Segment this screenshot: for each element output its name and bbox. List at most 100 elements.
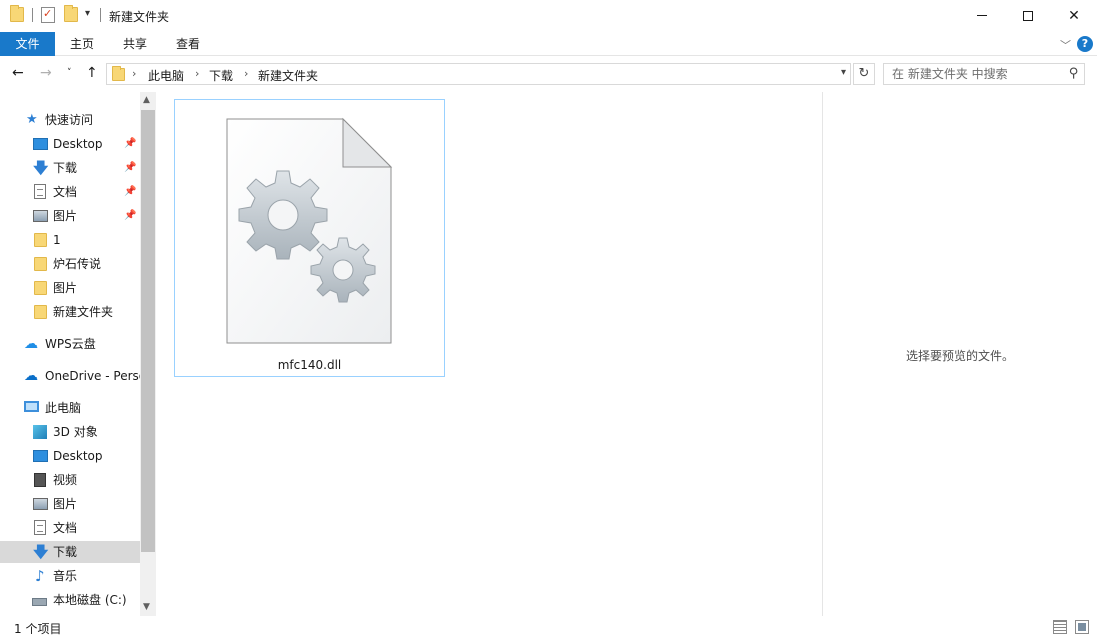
navigation-pane: ★ 快速访问 Desktop 📌 🡇 下载 📌 文档 📌 图片 📌 1 炉石传说… bbox=[0, 92, 156, 616]
address-bar[interactable]: › 此电脑 › 下载 › 新建文件夹 ▾ bbox=[106, 63, 851, 85]
navigation-bar: ← → ˅ ↑ › 此电脑 › 下载 › 新建文件夹 ▾ ↻ ⚲ bbox=[0, 57, 1097, 91]
address-dropdown-icon[interactable]: ▾ bbox=[841, 67, 846, 78]
new-folder-icon[interactable] bbox=[64, 5, 78, 22]
nav-music[interactable]: ♪ 音乐 bbox=[0, 565, 140, 587]
pin-icon[interactable]: 📌 bbox=[124, 133, 136, 155]
breadcrumb-separator-icon[interactable]: › bbox=[244, 67, 248, 80]
file-item[interactable]: mfc140.dll bbox=[174, 99, 445, 377]
preview-message: 选择要预览的文件。 bbox=[905, 349, 1014, 363]
nav-3d-objects[interactable]: 3D 对象 bbox=[0, 421, 140, 443]
help-icon[interactable]: ? bbox=[1077, 36, 1093, 52]
folder-icon bbox=[34, 257, 47, 271]
nav-quick-pictures[interactable]: 图片 📌 bbox=[0, 205, 140, 227]
nav-local-disk-c[interactable]: 本地磁盘 (C:) bbox=[0, 589, 140, 611]
folder-icon bbox=[34, 305, 47, 319]
forward-button[interactable]: → bbox=[40, 65, 52, 81]
breadcrumb-this-pc[interactable]: 此电脑 bbox=[148, 67, 184, 84]
breadcrumb-separator-icon[interactable]: › bbox=[132, 67, 136, 80]
scroll-up-icon[interactable]: ▲ bbox=[143, 95, 150, 105]
nav-quick-documents[interactable]: 文档 📌 bbox=[0, 181, 140, 203]
nav-folder-pictures[interactable]: 图片 bbox=[0, 277, 140, 299]
nav-item-label: 文档 bbox=[53, 185, 78, 199]
pin-icon[interactable]: 📌 bbox=[124, 181, 136, 203]
details-view-icon[interactable] bbox=[1053, 620, 1067, 634]
drive-icon bbox=[32, 598, 47, 606]
search-input[interactable] bbox=[884, 64, 1054, 84]
maximize-button[interactable] bbox=[1005, 0, 1051, 31]
pin-icon[interactable]: 📌 bbox=[124, 205, 136, 227]
onedrive-icon: ☁ bbox=[24, 368, 38, 384]
maximize-icon bbox=[1023, 10, 1033, 21]
toolbar-separator bbox=[32, 8, 33, 22]
nav-quick-downloads[interactable]: 🡇 下载 📌 bbox=[0, 157, 140, 179]
search-box[interactable]: ⚲ bbox=[883, 63, 1085, 85]
close-icon: ✕ bbox=[1068, 7, 1080, 24]
nav-item-label: 下载 bbox=[53, 545, 78, 559]
nav-videos[interactable]: 视频 bbox=[0, 469, 140, 491]
recent-locations-icon[interactable]: ˅ bbox=[67, 68, 72, 78]
pictures-icon bbox=[33, 210, 48, 222]
nav-item-label: 炉石传说 bbox=[53, 257, 102, 271]
nav-scrollbar[interactable]: ▲ ▼ bbox=[140, 92, 156, 616]
refresh-button[interactable]: ↻ bbox=[853, 63, 875, 85]
nav-quick-desktop[interactable]: Desktop 📌 bbox=[0, 133, 140, 155]
nav-item-label: 视频 bbox=[53, 473, 78, 487]
pin-icon[interactable]: 📌 bbox=[124, 157, 136, 179]
breadcrumb-new-folder[interactable]: 新建文件夹 bbox=[258, 67, 318, 84]
nav-quick-access[interactable]: ★ 快速访问 bbox=[0, 109, 140, 131]
nav-pc-desktop[interactable]: Desktop bbox=[0, 445, 140, 467]
search-icon[interactable]: ⚲ bbox=[1069, 66, 1079, 81]
computer-icon bbox=[24, 401, 39, 412]
download-icon: 🡇 bbox=[33, 543, 49, 561]
document-icon bbox=[34, 184, 46, 199]
nav-folder-1[interactable]: 1 bbox=[0, 229, 140, 251]
nav-folder-hearthstone[interactable]: 炉石传说 bbox=[0, 253, 140, 275]
nav-item-label: 图片 bbox=[53, 281, 78, 295]
file-name: mfc140.dll bbox=[277, 358, 342, 372]
nav-this-pc[interactable]: 此电脑 bbox=[0, 397, 140, 419]
desktop-icon bbox=[33, 450, 48, 462]
nav-item-label: 文档 bbox=[53, 521, 78, 535]
minimize-button[interactable] bbox=[959, 0, 1005, 31]
document-icon bbox=[34, 520, 46, 535]
back-button[interactable]: ← bbox=[12, 65, 24, 81]
tab-view[interactable]: 查看 bbox=[162, 32, 214, 56]
scrollbar-thumb[interactable] bbox=[141, 110, 155, 552]
nav-pc-documents[interactable]: 文档 bbox=[0, 517, 140, 539]
close-button[interactable]: ✕ bbox=[1051, 0, 1097, 31]
file-list: mfc140.dll bbox=[158, 92, 822, 616]
window-title: 新建文件夹 bbox=[109, 10, 170, 24]
folder-icon bbox=[34, 281, 47, 295]
nav-item-label: OneDrive - Personal bbox=[45, 369, 140, 383]
nav-pc-downloads[interactable]: 🡇 下载 bbox=[0, 541, 140, 563]
tab-share[interactable]: 共享 bbox=[109, 32, 161, 56]
item-count: 1 个项目 bbox=[14, 622, 62, 636]
up-button[interactable]: ↑ bbox=[86, 65, 98, 81]
nav-item-label: 3D 对象 bbox=[53, 425, 98, 439]
nav-folder-new-folder[interactable]: 新建文件夹 bbox=[0, 301, 140, 323]
ribbon-tabs: 文件 主页 共享 查看 ﹀ ? bbox=[0, 32, 1097, 56]
properties-icon[interactable] bbox=[41, 7, 55, 23]
nav-wps-cloud[interactable]: ☁ WPS云盘 bbox=[0, 333, 140, 355]
scroll-down-icon[interactable]: ▼ bbox=[143, 602, 150, 612]
nav-onedrive[interactable]: ☁ OneDrive - Personal bbox=[0, 365, 140, 387]
customize-quick-access-icon[interactable]: ▾ bbox=[85, 8, 90, 19]
nav-item-label: 1 bbox=[53, 233, 61, 247]
nav-pc-pictures[interactable]: 图片 bbox=[0, 493, 140, 515]
nav-item-label: Desktop bbox=[53, 449, 103, 463]
download-icon: 🡇 bbox=[33, 159, 49, 177]
breadcrumb-separator-icon[interactable]: › bbox=[195, 67, 199, 80]
dll-file-icon bbox=[226, 117, 393, 344]
nav-item-label: 图片 bbox=[53, 497, 78, 511]
tab-home[interactable]: 主页 bbox=[56, 32, 108, 56]
toolbar-separator bbox=[100, 8, 101, 22]
tab-file[interactable]: 文件 bbox=[0, 32, 55, 56]
nav-item-label: WPS云盘 bbox=[45, 337, 96, 351]
nav-item-label: Desktop bbox=[53, 137, 103, 151]
breadcrumb-downloads[interactable]: 下载 bbox=[209, 67, 233, 84]
large-icons-view-icon[interactable] bbox=[1075, 620, 1089, 634]
nav-item-label: 图片 bbox=[53, 209, 78, 223]
folder-icon bbox=[10, 5, 24, 22]
cloud-icon: ☁ bbox=[24, 336, 38, 352]
expand-ribbon-icon[interactable]: ﹀ bbox=[1060, 37, 1071, 53]
